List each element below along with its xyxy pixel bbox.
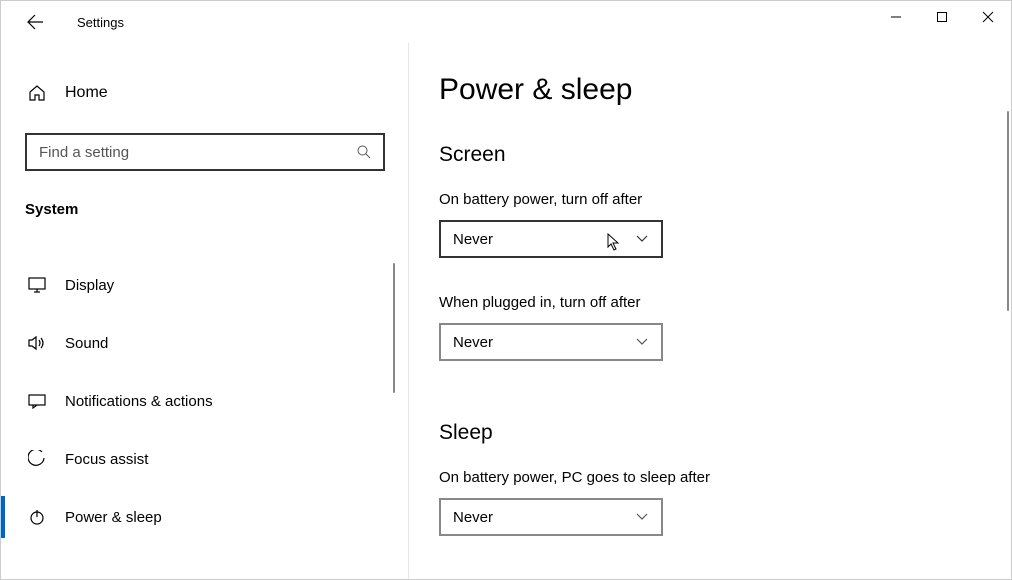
- sidebar-nav-list: Display Sound: [1, 256, 409, 546]
- setting-label: On battery power, turn off after: [439, 191, 1011, 208]
- power-icon: [27, 507, 47, 527]
- chevron-down-icon: [635, 335, 649, 349]
- search-field-wrap[interactable]: [25, 133, 385, 171]
- titlebar: Settings: [1, 1, 1011, 43]
- setting-sleep-battery: On battery power, PC goes to sleep after…: [439, 469, 1011, 536]
- content-scrollbar[interactable]: [1007, 111, 1009, 311]
- sidebar-item-notifications[interactable]: Notifications & actions: [1, 372, 409, 430]
- section-title-screen: Screen: [439, 143, 1011, 167]
- search-input[interactable]: [39, 144, 355, 161]
- close-button[interactable]: [965, 1, 1011, 33]
- chevron-down-icon: [635, 510, 649, 524]
- sidebar-item-focus-assist[interactable]: Focus assist: [1, 430, 409, 488]
- dropdown-sleep-battery[interactable]: Never: [439, 498, 663, 536]
- sidebar: Home System: [1, 43, 409, 579]
- search-icon: [355, 143, 373, 161]
- sidebar-scroll-indicator: [393, 263, 395, 393]
- section-title-sleep: Sleep: [439, 421, 1011, 445]
- setting-screen-battery: On battery power, turn off after Never: [439, 191, 1011, 258]
- maximize-button[interactable]: [919, 1, 965, 33]
- dropdown-value: Never: [453, 231, 493, 248]
- dropdown-screen-plugged[interactable]: Never: [439, 323, 663, 361]
- minimize-icon: [890, 11, 902, 23]
- content-area: Power & sleep Screen On battery power, t…: [409, 43, 1011, 579]
- sidebar-item-power-sleep[interactable]: Power & sleep: [1, 488, 409, 546]
- sidebar-home[interactable]: Home: [1, 71, 409, 115]
- minimize-button[interactable]: [873, 1, 919, 33]
- app-title: Settings: [77, 15, 124, 30]
- sidebar-item-label: Focus assist: [65, 451, 148, 468]
- cursor-icon: [607, 233, 621, 251]
- section-sleep: Sleep On battery power, PC goes to sleep…: [439, 421, 1011, 536]
- dropdown-value: Never: [453, 334, 493, 351]
- close-icon: [982, 11, 994, 23]
- dropdown-value: Never: [453, 509, 493, 526]
- sidebar-item-label: Notifications & actions: [65, 393, 213, 410]
- home-label: Home: [65, 84, 108, 102]
- notifications-icon: [27, 391, 47, 411]
- setting-label: When plugged in, turn off after: [439, 294, 1011, 311]
- setting-screen-plugged: When plugged in, turn off after Never: [439, 294, 1011, 361]
- sidebar-category: System: [25, 201, 409, 218]
- setting-label: On battery power, PC goes to sleep after: [439, 469, 1011, 486]
- display-icon: [27, 275, 47, 295]
- maximize-icon: [936, 11, 948, 23]
- sound-icon: [27, 333, 47, 353]
- sidebar-item-label: Sound: [65, 335, 108, 352]
- sidebar-item-label: Display: [65, 277, 114, 294]
- focus-assist-icon: [27, 449, 47, 469]
- search-container: [25, 133, 385, 171]
- page-title: Power & sleep: [439, 73, 1011, 107]
- home-icon: [27, 83, 47, 103]
- window-controls: [873, 1, 1011, 33]
- back-button[interactable]: [19, 6, 51, 38]
- sidebar-item-display[interactable]: Display: [1, 256, 409, 314]
- chevron-down-icon: [635, 232, 649, 246]
- sidebar-item-label: Power & sleep: [65, 509, 162, 526]
- dropdown-screen-battery[interactable]: Never: [439, 220, 663, 258]
- back-arrow-icon: [26, 13, 44, 31]
- sidebar-item-sound[interactable]: Sound: [1, 314, 409, 372]
